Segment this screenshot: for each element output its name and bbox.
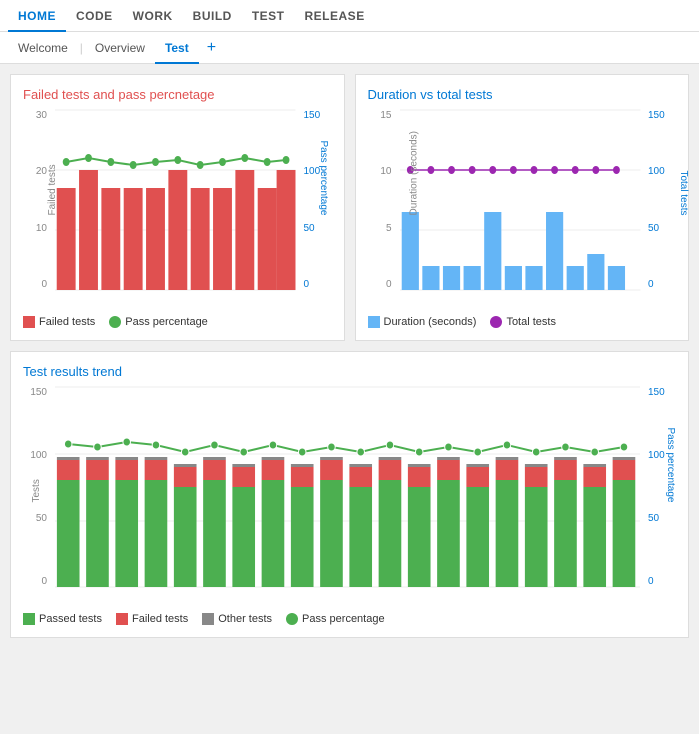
chart2-legend-total: Total tests bbox=[490, 316, 556, 328]
nav-test[interactable]: TEST bbox=[242, 0, 295, 32]
chart2-legend-total-icon bbox=[490, 316, 502, 328]
chart1-legend: Failed tests Pass percentage bbox=[23, 316, 332, 328]
chart2-y-left: 15 10 5 0 bbox=[368, 110, 396, 290]
chart-test-results-trend: Test results trend 150 100 50 0 150 100 … bbox=[10, 351, 689, 638]
chart3-title: Test results trend bbox=[23, 364, 676, 379]
chart3-legend-pass-pct: Pass percentage bbox=[286, 613, 385, 625]
chart1-legend-failed-icon bbox=[23, 316, 35, 328]
chart3-legend-other-label: Other tests bbox=[218, 613, 272, 625]
chart3-legend-pass-pct-icon bbox=[286, 613, 298, 625]
chart1-area: 30 20 10 0 150 100 50 0 bbox=[23, 110, 332, 310]
nav-work[interactable]: WORK bbox=[123, 0, 183, 32]
chart2-legend: Duration (seconds) Total tests bbox=[368, 316, 677, 328]
chart1-legend-failed: Failed tests bbox=[23, 316, 95, 328]
chart3-legend-failed: Failed tests bbox=[116, 613, 188, 625]
chart1-ylabel-left: Failed tests bbox=[47, 164, 58, 215]
chart1-legend-pass: Pass percentage bbox=[109, 316, 208, 328]
chart3-legend-failed-label: Failed tests bbox=[132, 613, 188, 625]
subnav-test[interactable]: Test bbox=[155, 32, 199, 64]
chart3-ylabel-left: Tests bbox=[31, 479, 42, 502]
chart2-y-right: 150 100 50 0 bbox=[644, 110, 676, 290]
chart2-area: 15 10 5 0 150 100 50 0 bbox=[368, 110, 677, 310]
chart1-legend-pass-label: Pass percentage bbox=[125, 316, 208, 328]
chart3-legend-pass-pct-label: Pass percentage bbox=[302, 613, 385, 625]
chart2-legend-duration: Duration (seconds) bbox=[368, 316, 477, 328]
chart1-ylabel-right: Pass percentage bbox=[318, 140, 329, 215]
chart3-legend-passed: Passed tests bbox=[23, 613, 102, 625]
chart2-legend-duration-icon bbox=[368, 316, 380, 328]
chart-failed-tests: Failed tests and pass percnetage 30 20 1… bbox=[10, 74, 345, 341]
chart3-legend-other: Other tests bbox=[202, 613, 272, 625]
chart2-plot bbox=[400, 110, 641, 290]
nav-home[interactable]: HOME bbox=[8, 0, 66, 32]
chart2-ylabel-left: Duration (seconds) bbox=[408, 131, 419, 215]
nav-build[interactable]: BUILD bbox=[183, 0, 242, 32]
nav-release[interactable]: RELEASE bbox=[295, 0, 375, 32]
chart1-legend-pass-icon bbox=[109, 316, 121, 328]
chart3-area: 150 100 50 0 150 100 50 0 bbox=[23, 387, 676, 607]
chart3-legend-other-icon bbox=[202, 613, 214, 625]
chart3-ylabel-right: Pass percentage bbox=[665, 427, 676, 502]
chart3-legend-passed-label: Passed tests bbox=[39, 613, 102, 625]
chart2-legend-duration-label: Duration (seconds) bbox=[384, 316, 477, 328]
chart3-plot bbox=[55, 387, 640, 587]
chart2-legend-total-label: Total tests bbox=[506, 316, 556, 328]
chart2-ylabel-right: Total tests bbox=[678, 170, 689, 215]
chart2-title: Duration vs total tests bbox=[368, 87, 677, 102]
chart3-legend-passed-icon bbox=[23, 613, 35, 625]
chart3-legend-failed-icon bbox=[116, 613, 128, 625]
sub-navigation: Welcome | Overview Test + bbox=[0, 32, 699, 64]
chart3-legend: Passed tests Failed tests Other tests Pa… bbox=[23, 613, 676, 625]
subnav-overview[interactable]: Overview bbox=[85, 32, 155, 64]
subnav-welcome[interactable]: Welcome bbox=[8, 32, 78, 64]
subnav-add-button[interactable]: + bbox=[199, 32, 224, 64]
chart1-legend-failed-label: Failed tests bbox=[39, 316, 95, 328]
chart-duration: Duration vs total tests 15 10 5 0 150 10… bbox=[355, 74, 690, 341]
chart1-title: Failed tests and pass percnetage bbox=[23, 87, 332, 102]
subnav-separator: | bbox=[80, 41, 83, 55]
charts-top-row: Failed tests and pass percnetage 30 20 1… bbox=[10, 74, 689, 341]
top-navigation: HOME CODE WORK BUILD TEST RELEASE bbox=[0, 0, 699, 32]
chart1-plot bbox=[55, 110, 296, 290]
nav-code[interactable]: CODE bbox=[66, 0, 123, 32]
main-content: Failed tests and pass percnetage 30 20 1… bbox=[0, 64, 699, 648]
